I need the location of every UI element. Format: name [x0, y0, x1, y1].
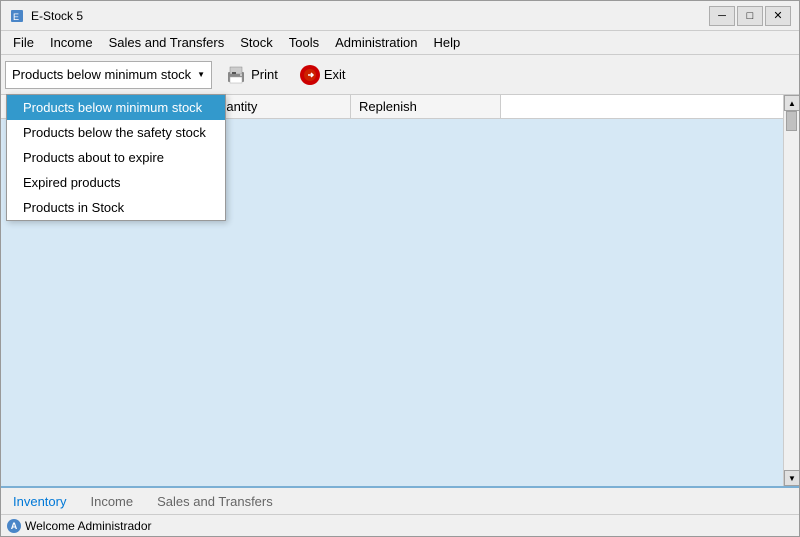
menu-item-below-safety[interactable]: Products below the safety stock: [7, 120, 225, 145]
view-dropdown-label: Products below minimum stock: [12, 67, 191, 82]
column-replenish: Replenish: [351, 95, 501, 118]
menu-item-in-stock[interactable]: Products in Stock: [7, 195, 225, 220]
scroll-down-button[interactable]: ▼: [784, 470, 799, 486]
menu-administration[interactable]: Administration: [327, 31, 425, 54]
title-bar: E E-Stock 5 ─ □ ✕: [1, 1, 799, 31]
printer-icon: [225, 65, 247, 85]
vertical-scrollbar[interactable]: ▲ ▼: [783, 95, 799, 486]
main-window: E E-Stock 5 ─ □ ✕ FileIncomeSales and Tr…: [0, 0, 800, 537]
menu-income[interactable]: Income: [42, 31, 101, 54]
minimize-button[interactable]: ─: [709, 6, 735, 26]
print-button[interactable]: Print: [216, 61, 287, 89]
app-icon: E: [9, 8, 25, 24]
scroll-thumb[interactable]: [786, 111, 797, 131]
menu-stock[interactable]: Stock: [232, 31, 281, 54]
exit-icon: [300, 65, 320, 85]
exit-label: Exit: [324, 67, 346, 82]
maximize-button[interactable]: □: [737, 6, 763, 26]
bottom-tabs: Inventory Income Sales and Transfers: [1, 486, 799, 514]
tab-income[interactable]: Income: [86, 492, 137, 511]
status-text: Welcome Administrador: [25, 519, 152, 533]
menu-file[interactable]: File: [5, 31, 42, 54]
menu-help[interactable]: Help: [425, 31, 468, 54]
exit-button[interactable]: Exit: [291, 61, 355, 89]
svg-text:E: E: [13, 12, 19, 22]
close-button[interactable]: ✕: [765, 6, 791, 26]
menu-item-below-minimum[interactable]: Products below minimum stock: [7, 95, 225, 120]
view-dropdown-button[interactable]: Products below minimum stock ▼: [5, 61, 212, 89]
toolbar: Products below minimum stock ▼ Print: [1, 55, 799, 95]
menu-sales-and-transfers[interactable]: Sales and Transfers: [101, 31, 233, 54]
window-controls: ─ □ ✕: [709, 6, 791, 26]
menu-item-expired[interactable]: Expired products: [7, 170, 225, 195]
menu-item-about-to-expire[interactable]: Products about to expire: [7, 145, 225, 170]
print-label: Print: [251, 67, 278, 82]
window-title: E-Stock 5: [31, 9, 709, 23]
menu-bar: FileIncomeSales and TransfersStockToolsA…: [1, 31, 799, 55]
chevron-down-icon: ▼: [197, 70, 205, 79]
user-icon: A: [7, 519, 21, 533]
menu-tools[interactable]: Tools: [281, 31, 327, 54]
status-bar: A Welcome Administrador: [1, 514, 799, 536]
tab-sales-transfers[interactable]: Sales and Transfers: [153, 492, 277, 511]
tab-inventory[interactable]: Inventory: [9, 492, 70, 511]
scroll-up-button[interactable]: ▲: [784, 95, 799, 111]
dropdown-menu: Products below minimum stock Products be…: [6, 94, 226, 221]
